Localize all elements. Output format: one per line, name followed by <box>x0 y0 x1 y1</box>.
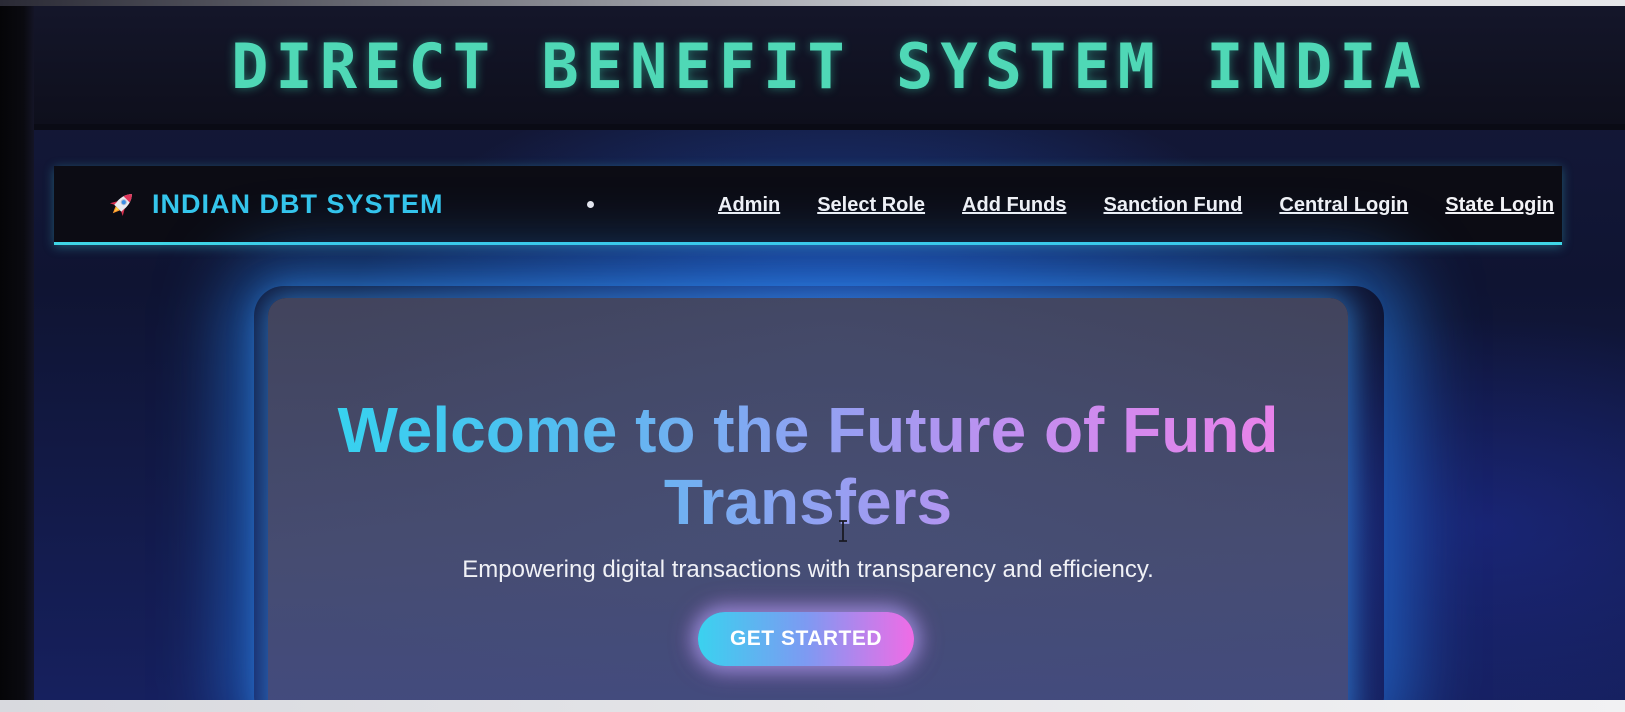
text-cursor-icon <box>839 520 847 542</box>
rocket-icon <box>109 194 132 217</box>
bullet-dot <box>587 201 594 208</box>
brand[interactable]: INDIAN DBT SYSTEM <box>106 188 444 220</box>
nav-link-add-funds[interactable]: Add Funds <box>962 194 1066 217</box>
navbar: INDIAN DBT SYSTEM Admin Select Role Add … <box>54 166 1562 245</box>
get-started-button[interactable]: GET STARTED <box>698 612 914 666</box>
nav-link-sanction-fund[interactable]: Sanction Fund <box>1103 194 1242 217</box>
nav-links: Admin Select Role Add Funds Sanction Fun… <box>718 194 1591 217</box>
hero-subtitle: Empowering digital transactions with tra… <box>462 556 1154 583</box>
nav-link-select-role[interactable]: Select Role <box>817 194 925 217</box>
monitor-bezel-bottom <box>0 700 1625 712</box>
nav-link-admin[interactable]: Admin <box>718 194 780 217</box>
brand-text: INDIAN DBT SYSTEM <box>152 188 444 219</box>
monitor-bezel-left <box>0 0 34 712</box>
nav-link-central-login[interactable]: Central Login <box>1279 194 1408 217</box>
top-banner: DIRECT BENEFIT SYSTEM INDIA <box>34 6 1625 130</box>
banner-title: DIRECT BENEFIT SYSTEM INDIA <box>231 30 1428 103</box>
hero-title: Welcome to the Future of Fund Transfers <box>268 394 1348 538</box>
screen: DIRECT BENEFIT SYSTEM INDIA INDIAN DBT S… <box>34 6 1625 700</box>
hero-card: Welcome to the Future of Fund Transfers … <box>268 298 1348 700</box>
nav-link-state-login[interactable]: State Login <box>1445 194 1554 217</box>
